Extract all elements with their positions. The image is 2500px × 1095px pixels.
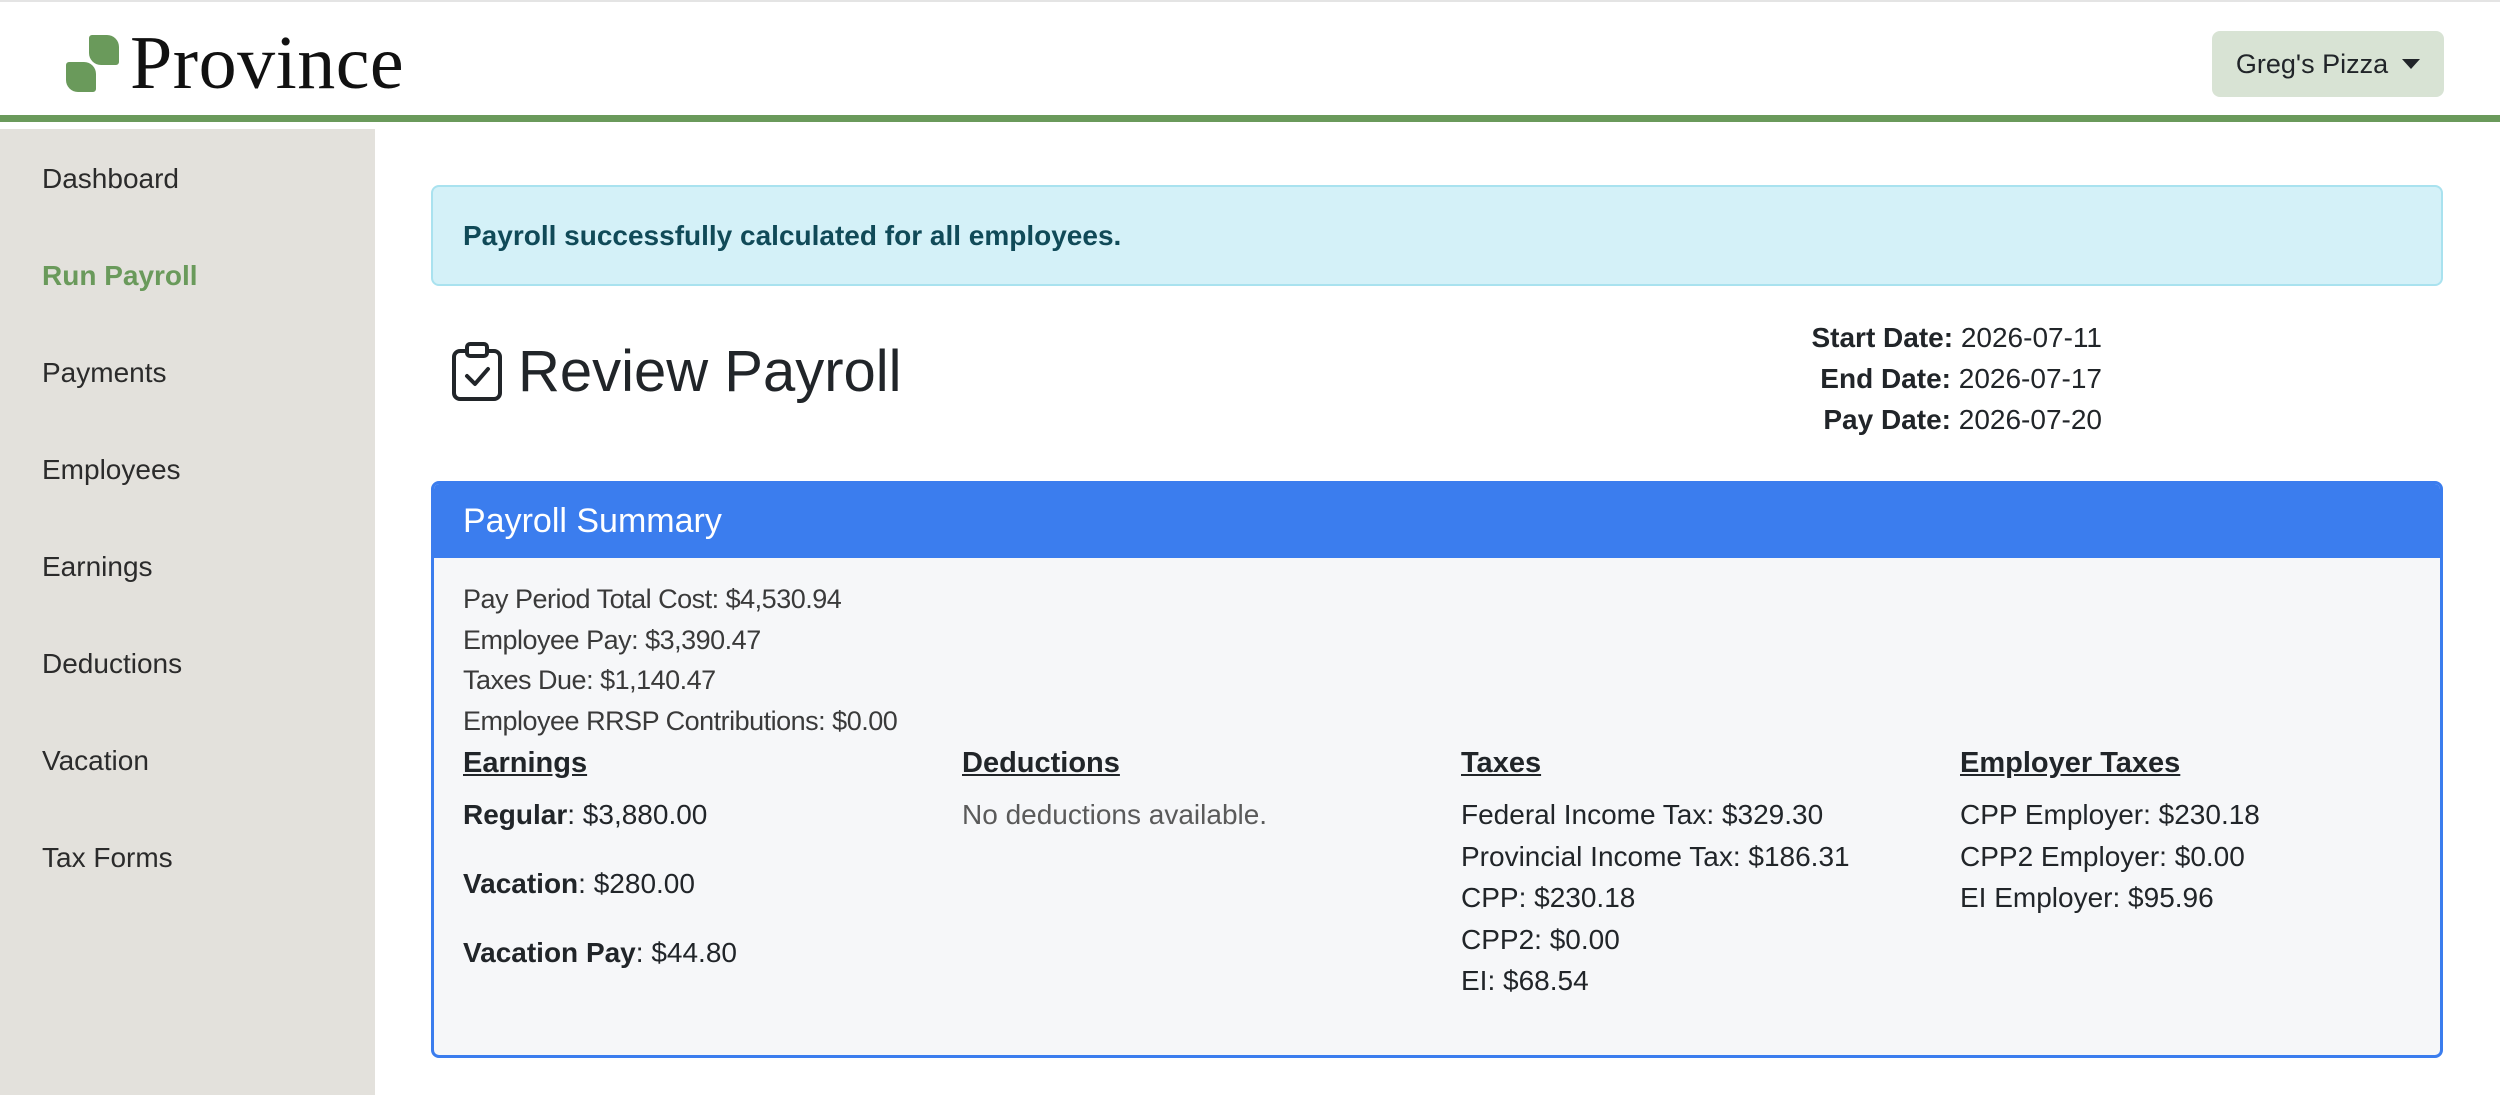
brand-logo[interactable]: Province	[66, 21, 405, 105]
alert-message: Payroll successfully calculated for all …	[463, 219, 1122, 251]
earning-value: : $280.00	[578, 868, 695, 899]
top-navbar: Province Greg's Pizza	[0, 0, 2500, 122]
pay-date-row: Pay Date: 2026-07-20	[1720, 399, 2102, 440]
taxes-heading: Taxes	[1461, 747, 1542, 779]
tax-cpp: CPP: $230.18	[1461, 882, 1636, 913]
sidebar-item-tax-forms[interactable]: Tax Forms	[42, 842, 173, 874]
clipboard-check-icon	[452, 342, 502, 401]
start-date-label: Start Date:	[1811, 322, 1954, 353]
brand-name: Province	[130, 21, 405, 105]
earning-label: Vacation	[463, 868, 579, 899]
earning-regular: Regular: $3,880.00	[463, 794, 737, 835]
province-logo-icon	[66, 34, 122, 92]
pay-date-value: 2026-07-20	[1958, 404, 2102, 435]
employer-tax-cpp: CPP Employer: $230.18	[1960, 799, 2260, 830]
sidebar-item-earnings[interactable]: Earnings	[42, 551, 153, 583]
page-header: Review Payroll	[450, 340, 902, 404]
earning-label: Vacation Pay	[463, 937, 636, 968]
payroll-summary-card: Payroll Summary Pay Period Total Cost: $…	[431, 481, 2443, 1058]
earnings-column: Earnings Regular: $3,880.00 Vacation: $2…	[463, 746, 737, 1001]
page-title: Review Payroll	[518, 339, 902, 404]
employer-tax-cpp2: CPP2 Employer: $0.00	[1960, 840, 2245, 872]
account-dropdown-button[interactable]: Greg's Pizza	[2212, 31, 2444, 97]
rrsp-contributions: Employee RRSP Contributions: $0.00	[463, 705, 898, 736]
earning-vacation-pay: Vacation Pay: $44.80	[463, 932, 737, 973]
taxes-column: Taxes Federal Income Tax: $329.30 Provin…	[1461, 746, 1850, 1002]
employer-taxes-heading: Employer Taxes	[1960, 747, 2181, 779]
success-alert: Payroll successfully calculated for all …	[431, 185, 2443, 286]
caret-down-icon	[2402, 59, 2421, 69]
earnings-heading: Earnings	[463, 747, 588, 779]
employee-pay: Employee Pay: $3,390.47	[463, 624, 761, 655]
employer-tax-ei: EI Employer: $95.96	[1960, 882, 2214, 913]
earning-vacation: Vacation: $280.00	[463, 863, 737, 904]
payroll-summary-title: Payroll Summary	[463, 501, 722, 540]
pay-date-label: Pay Date:	[1823, 404, 1951, 435]
account-dropdown-label: Greg's Pizza	[2235, 48, 2389, 79]
sidebar-item-vacation[interactable]: Vacation	[42, 745, 149, 777]
sidebar-item-deductions[interactable]: Deductions	[42, 648, 182, 680]
earning-value: : $44.80	[635, 937, 737, 968]
no-deductions-message: No deductions available.	[962, 799, 1268, 830]
earning-label: Regular	[463, 799, 568, 830]
sidebar: Dashboard Run Payroll Payments Employees…	[0, 129, 375, 1095]
earning-value: : $3,880.00	[567, 799, 708, 830]
pay-period-dates: Start Date: 2026-07-11 End Date: 2026-07…	[1720, 317, 2102, 440]
payroll-summary-header: Payroll Summary	[434, 484, 2440, 558]
tax-federal-income: Federal Income Tax: $329.30	[1461, 799, 1824, 830]
employer-taxes-column: Employer Taxes CPP Employer: $230.18 CPP…	[1960, 746, 2260, 919]
sidebar-item-run-payroll[interactable]: Run Payroll	[42, 260, 198, 292]
start-date-value: 2026-07-11	[1960, 322, 2102, 353]
summary-totals: Pay Period Total Cost: $4,530.94 Employe…	[463, 579, 898, 741]
taxes-due: Taxes Due: $1,140.47	[463, 665, 716, 695]
deductions-heading: Deductions	[962, 747, 1120, 779]
sidebar-item-employees[interactable]: Employees	[42, 454, 181, 486]
tax-provincial-income: Provincial Income Tax: $186.31	[1461, 840, 1850, 872]
end-date-row: End Date: 2026-07-17	[1720, 358, 2102, 399]
start-date-row: Start Date: 2026-07-11	[1720, 317, 2102, 358]
sidebar-item-dashboard[interactable]: Dashboard	[42, 163, 179, 195]
end-date-value: 2026-07-17	[1958, 363, 2102, 394]
end-date-label: End Date:	[1820, 363, 1951, 394]
deductions-column: Deductions No deductions available.	[962, 746, 1267, 836]
sidebar-item-payments[interactable]: Payments	[42, 357, 167, 389]
tax-cpp2: CPP2: $0.00	[1461, 923, 1620, 955]
tax-ei: EI: $68.54	[1461, 965, 1589, 996]
total-cost: Pay Period Total Cost: $4,530.94	[463, 584, 842, 614]
